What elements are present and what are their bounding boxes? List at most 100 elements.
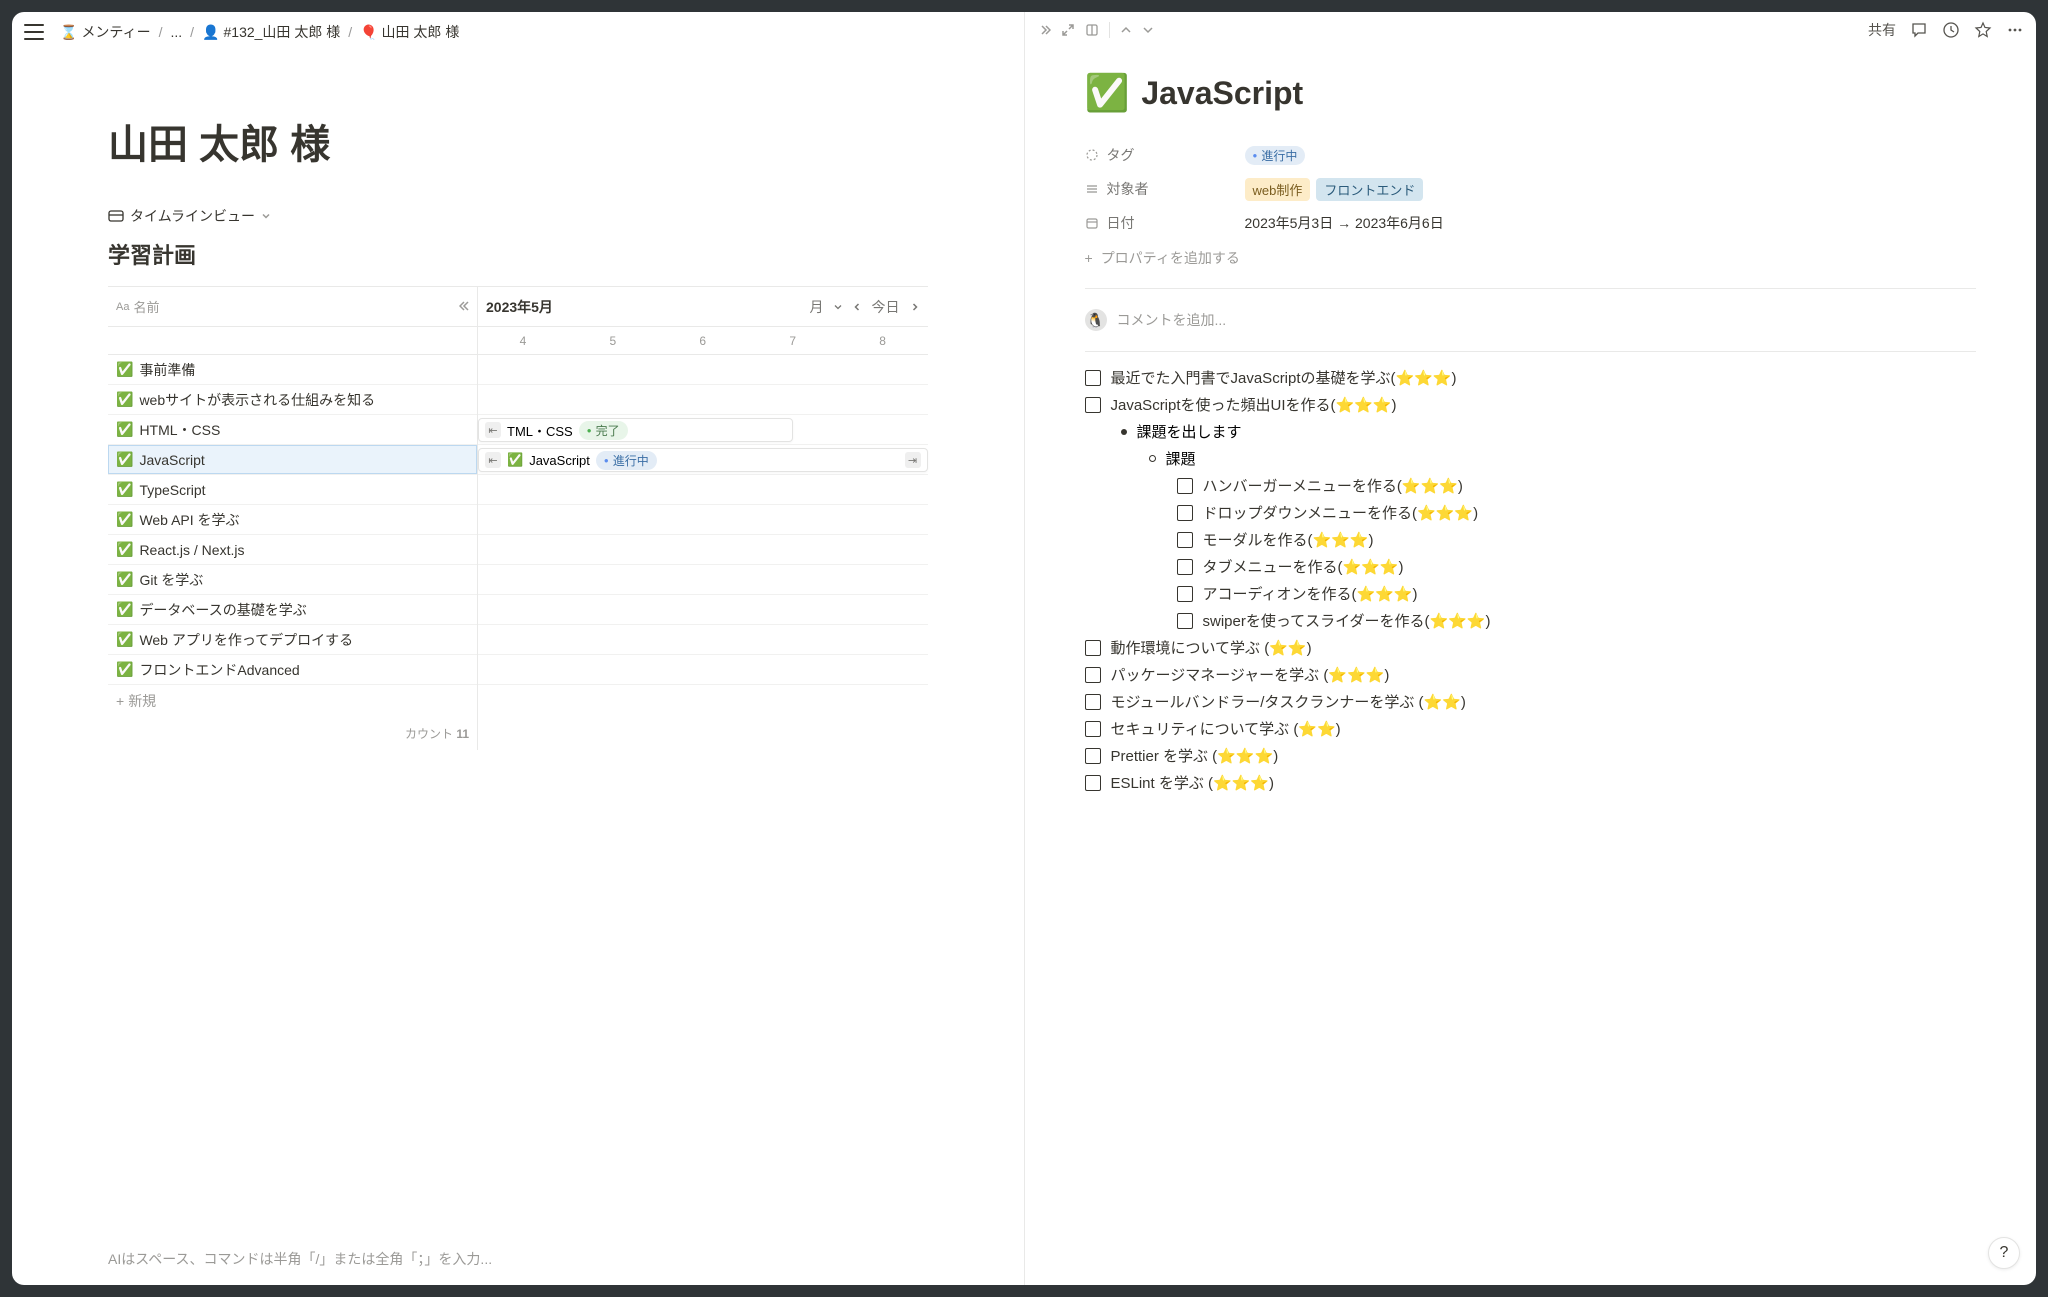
tl-row[interactable]: ✅HTML・CSS (108, 415, 477, 445)
checkbox-icon[interactable] (1177, 505, 1193, 521)
checkbox-icon[interactable] (1177, 559, 1193, 575)
ai-hint[interactable]: AIはスペース、コマンドは半角「/」または全角「；」を入力... (108, 1233, 928, 1285)
tl-row[interactable]: ✅事前準備 (108, 355, 477, 385)
tl-row[interactable]: ✅データベースの基礎を学ぶ (108, 595, 477, 625)
todo-item[interactable]: ドロップダウンメニューを作る(⭐⭐⭐) (1085, 499, 1977, 526)
tl-row[interactable]: ✅webサイトが表示される仕組みを知る (108, 385, 477, 415)
breadcrumb-root[interactable]: ⌛ メンティー (56, 20, 155, 44)
tl-row-selected[interactable]: ✅JavaScript (108, 445, 477, 475)
help-button[interactable]: ? (1988, 1237, 2020, 1269)
checkbox-icon[interactable] (1085, 667, 1101, 683)
checkbox-icon[interactable] (1177, 613, 1193, 629)
todo-item[interactable]: ハンバーガーメニューを作る(⭐⭐⭐) (1085, 472, 1977, 499)
db-title[interactable]: 学習計画 (108, 238, 928, 270)
row-label: Web アプリを作ってデプロイする (139, 630, 353, 650)
timeline-bar-htmlcss[interactable]: ⇤ TML・CSS 完了 (478, 418, 793, 442)
date-prop-icon (1085, 216, 1099, 230)
menu-icon[interactable] (24, 24, 44, 40)
tl-row[interactable]: ✅フロントエンドAdvanced (108, 655, 477, 685)
target-pill[interactable]: フロントエンド (1316, 178, 1423, 201)
open-left-icon[interactable]: ⇤ (485, 452, 501, 468)
todo-item[interactable]: 動作環境について学ぶ (⭐⭐) (1085, 634, 1977, 661)
checkbox-icon[interactable] (1085, 721, 1101, 737)
todo-item[interactable]: アコーディオンを作る(⭐⭐⭐) (1085, 580, 1977, 607)
tl-row[interactable]: ✅Web アプリを作ってデプロイする (108, 625, 477, 655)
today-button[interactable]: 今日 (872, 297, 900, 317)
next-icon[interactable] (910, 302, 920, 312)
todo-item[interactable]: JavaScriptを使った頻出UIを作る(⭐⭐⭐) (1085, 391, 1977, 418)
share-button[interactable]: 共有 (1868, 20, 1896, 40)
checkbox-icon[interactable] (1177, 586, 1193, 602)
collapse-left-icon[interactable] (459, 299, 473, 313)
bullet-item[interactable]: 課題 (1085, 445, 1977, 472)
prev-record-icon[interactable] (1120, 24, 1132, 36)
todo-item[interactable]: モーダルを作る(⭐⭐⭐) (1085, 526, 1977, 553)
todo-item[interactable]: ESLint を学ぶ (⭐⭐⭐) (1085, 769, 1977, 796)
check-emoji-icon[interactable]: ✅ (1085, 72, 1130, 114)
tl-row[interactable]: ✅TypeScript (108, 475, 477, 505)
favorite-icon[interactable] (1974, 21, 1992, 39)
breadcrumb-current[interactable]: 🎈 山田 太郎 様 (356, 20, 463, 44)
todo-item[interactable]: パッケージマネージャーを学ぶ (⭐⭐⭐) (1085, 661, 1977, 688)
checkbox-icon[interactable] (1085, 640, 1101, 656)
bar-label: TML・CSS (507, 421, 573, 440)
page-title[interactable]: 山田 太郎 様 (108, 112, 928, 170)
todo-item[interactable]: タブメニューを作る(⭐⭐⭐) (1085, 553, 1977, 580)
open-left-icon[interactable]: ⇤ (485, 422, 501, 438)
row-label: JavaScript (139, 452, 204, 468)
todo-item[interactable]: セキュリティについて学ぶ (⭐⭐) (1085, 715, 1977, 742)
updates-icon[interactable] (1942, 21, 1960, 39)
open-right-icon[interactable]: ⇥ (905, 452, 921, 468)
date-value[interactable]: 2023年5月3日 → 2023年6月6日 (1245, 213, 1444, 233)
bullet-item[interactable]: 課題を出します (1085, 418, 1977, 445)
prop-tags[interactable]: タグ 進行中 (1085, 138, 1977, 172)
month-unit[interactable]: 月 (810, 297, 824, 317)
todo-item[interactable]: 最近でた入門書でJavaScriptの基礎を学ぶ(⭐⭐⭐) (1085, 364, 1977, 391)
peek-mode-icon[interactable] (1085, 23, 1099, 37)
more-icon[interactable] (2006, 21, 2024, 39)
todo-item[interactable]: swiperを使ってスライダーを作る(⭐⭐⭐) (1085, 607, 1977, 634)
breadcrumb-ellipsis[interactable]: ... (167, 22, 187, 42)
tl-row[interactable]: ✅React.js / Next.js (108, 535, 477, 565)
comments-icon[interactable] (1910, 21, 1928, 39)
plus-icon: + (1085, 250, 1093, 266)
checkbox-icon[interactable] (1177, 532, 1193, 548)
prop-date[interactable]: 日付 2023年5月3日 → 2023年6月6日 (1085, 206, 1977, 240)
tl-row[interactable]: ✅Git を学ぶ (108, 565, 477, 595)
checkbox-icon[interactable] (1085, 775, 1101, 791)
prev-icon[interactable] (852, 302, 862, 312)
row-label: TypeScript (139, 482, 205, 498)
balloon-icon: 🎈 (360, 24, 377, 41)
expand-right-icon[interactable] (1037, 23, 1051, 37)
todo-item[interactable]: モジュールバンドラー/タスクランナーを学ぶ (⭐⭐) (1085, 688, 1977, 715)
day: 8 (838, 334, 928, 348)
tl-row[interactable]: ✅Web API を学ぶ (108, 505, 477, 535)
prop-target[interactable]: 対象者 web制作 フロントエンド (1085, 172, 1977, 206)
todo-text: ハンバーガーメニューを作る(⭐⭐⭐) (1203, 475, 1463, 496)
hourglass-icon: ⌛ (60, 24, 77, 41)
todo-text: モーダルを作る(⭐⭐⭐) (1203, 529, 1374, 550)
checkbox-icon[interactable] (1085, 694, 1101, 710)
checkbox-icon[interactable] (1085, 397, 1101, 413)
month-label[interactable]: 2023年5月 (486, 297, 553, 317)
timeline-bar-javascript[interactable]: ⇤ ✅ JavaScript 進行中 ⇥ (478, 448, 928, 472)
detail-title[interactable]: ✅ JavaScript (1085, 72, 1977, 114)
target-pill[interactable]: web制作 (1245, 178, 1311, 201)
todo-item[interactable]: Prettier を学ぶ (⭐⭐⭐) (1085, 742, 1977, 769)
breadcrumb-sep: / (348, 24, 352, 40)
checkbox-icon[interactable] (1085, 370, 1101, 386)
add-property[interactable]: +プロパティを追加する (1085, 240, 1977, 276)
checkbox-icon[interactable] (1177, 478, 1193, 494)
tag-value[interactable]: 進行中 (1245, 146, 1306, 165)
checkbox-icon[interactable] (1085, 748, 1101, 764)
open-as-page-icon[interactable] (1061, 23, 1075, 37)
add-comment[interactable]: 🐧 コメントを追加... (1085, 301, 1977, 339)
status-progress-tag: 進行中 (596, 451, 657, 470)
view-switch[interactable]: タイムラインビュー (108, 206, 928, 226)
next-record-icon[interactable] (1142, 24, 1154, 36)
new-row[interactable]: +新規 (108, 685, 477, 717)
row-label: React.js / Next.js (139, 542, 244, 558)
name-column-header[interactable]: Aa 名前 (108, 287, 477, 327)
timeline-icon (108, 208, 124, 224)
breadcrumb-mentee[interactable]: 👤 #132_山田 太郎 様 (198, 20, 344, 44)
